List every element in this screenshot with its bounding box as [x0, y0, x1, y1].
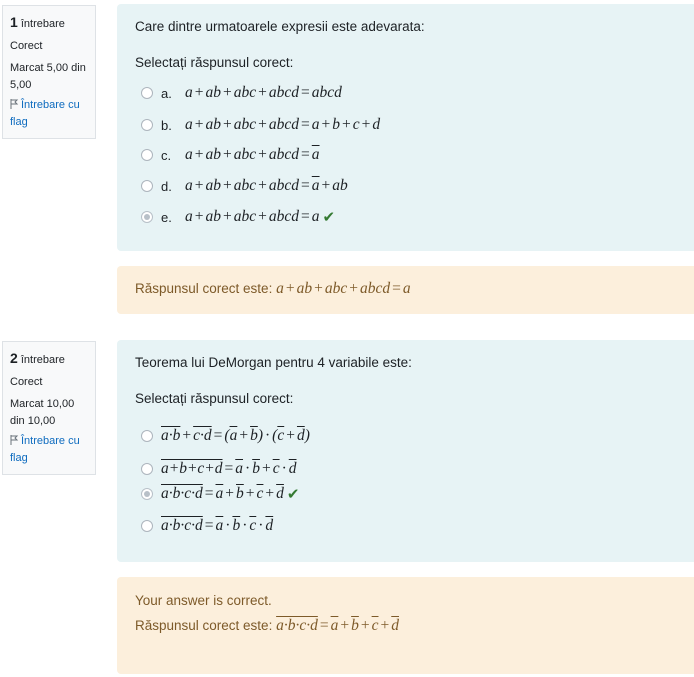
question-number: 1: [10, 14, 18, 30]
answer-option-2[interactable]: a+b+c+d = a · b + c · d: [141, 460, 297, 478]
right-answer-formula: a·b·c·d = a + b + c + d: [276, 617, 399, 634]
radio-icon[interactable]: [141, 180, 153, 192]
feedback-result: Your answer is correct.: [135, 593, 272, 608]
answer-option-3[interactable]: a·b·c·d = a + b + c + d ✔: [141, 485, 299, 503]
flag-icon: [10, 99, 19, 109]
check-icon: ✔: [322, 208, 336, 226]
answer-option-c[interactable]: c. a + ab + abc + abcd = a: [141, 146, 320, 164]
question-formulation-2: Teorema lui DeMorgan pentru 4 variabile …: [117, 340, 694, 562]
check-icon: ✔: [286, 485, 300, 503]
question-mark: Marcat 10,00 din 10,00: [10, 398, 75, 427]
answer-option-1[interactable]: a·b + c·d = (a + b) · (c + d): [141, 427, 310, 445]
radio-icon[interactable]: [141, 463, 153, 475]
answer-formula: a + ab + abc + abcd = a: [185, 208, 320, 225]
radio-icon[interactable]: [141, 520, 153, 532]
question-info-1: 1 întrebare Corect Marcat 5,00 din 5,00 …: [2, 5, 96, 139]
question-word: întrebare: [20, 18, 65, 30]
radio-icon[interactable]: [141, 119, 153, 131]
radio-icon[interactable]: [141, 211, 153, 223]
answer-formula: a + ab + abc + abcd = a: [185, 146, 320, 163]
question-info-2: 2 întrebare Corect Marcat 10,00 din 10,0…: [2, 341, 96, 475]
flag-label[interactable]: Întrebare cu flag: [10, 435, 80, 464]
question-feedback-1: Răspunsul corect este: a + ab + abc + abcd = a: [117, 266, 694, 314]
question-status: Corect: [10, 376, 43, 388]
answer-option-a[interactable]: a. a + ab + abc + abcd = abcd: [141, 84, 342, 102]
right-answer-label: Răspunsul corect este:: [135, 281, 273, 296]
question-feedback-2: Your answer is correct. Răspunsul corect…: [117, 577, 694, 674]
question-formulation-1: Care dintre urmatoarele expresii este ad…: [117, 4, 694, 251]
answer-letter: d.: [161, 178, 172, 194]
radio-icon[interactable]: [141, 87, 153, 99]
question-number: 2: [10, 350, 18, 366]
flag-question-link[interactable]: Întrebare cu flag: [10, 97, 89, 131]
question-text: Care dintre urmatoarele expresii este ad…: [135, 19, 425, 34]
answer-letter: a.: [161, 85, 172, 101]
answer-option-4[interactable]: a·b·c·d = a · b · c · d: [141, 517, 273, 535]
flag-question-link[interactable]: Întrebare cu flag: [10, 433, 89, 467]
answer-letter: e.: [161, 209, 172, 225]
question-text: Teorema lui DeMorgan pentru 4 variabile …: [135, 355, 412, 370]
right-answer-label: Răspunsul corect este:: [135, 618, 273, 633]
radio-icon[interactable]: [141, 488, 153, 500]
radio-icon[interactable]: [141, 430, 153, 442]
answer-formula: a + ab + abc + abcd = a + b + c + d: [185, 116, 381, 133]
answer-formula: a + ab + abc + abcd = abcd: [185, 84, 342, 101]
answer-formula: a·b·c·d = a + b + c + d: [161, 485, 284, 502]
answer-option-b[interactable]: b. a + ab + abc + abcd = a + b + c + d: [141, 116, 380, 134]
flag-label[interactable]: Întrebare cu flag: [10, 99, 80, 128]
answer-letter: b.: [161, 117, 172, 133]
flag-icon: [10, 435, 19, 445]
answer-option-d[interactable]: d. a + ab + abc + abcd = a + ab: [141, 177, 348, 195]
answer-option-e[interactable]: e. a + ab + abc + abcd = a ✔: [141, 208, 335, 226]
question-status: Corect: [10, 40, 43, 52]
right-answer-formula: a + ab + abc + abcd = a: [276, 280, 411, 297]
answer-formula: a·b + c·d = (a + b) · (c + d): [161, 427, 310, 444]
answer-formula: a+b+c+d = a · b + c · d: [161, 460, 297, 477]
answer-prompt: Selectați răspunsul corect:: [135, 55, 294, 70]
radio-icon[interactable]: [141, 149, 153, 161]
answer-prompt: Selectați răspunsul corect:: [135, 391, 294, 406]
answer-letter: c.: [161, 147, 172, 163]
answer-formula: a·b·c·d = a · b · c · d: [161, 517, 274, 534]
answer-formula: a + ab + abc + abcd = a + ab: [185, 177, 348, 194]
question-mark: Marcat 5,00 din 5,00: [10, 62, 86, 91]
question-word: întrebare: [20, 354, 65, 366]
